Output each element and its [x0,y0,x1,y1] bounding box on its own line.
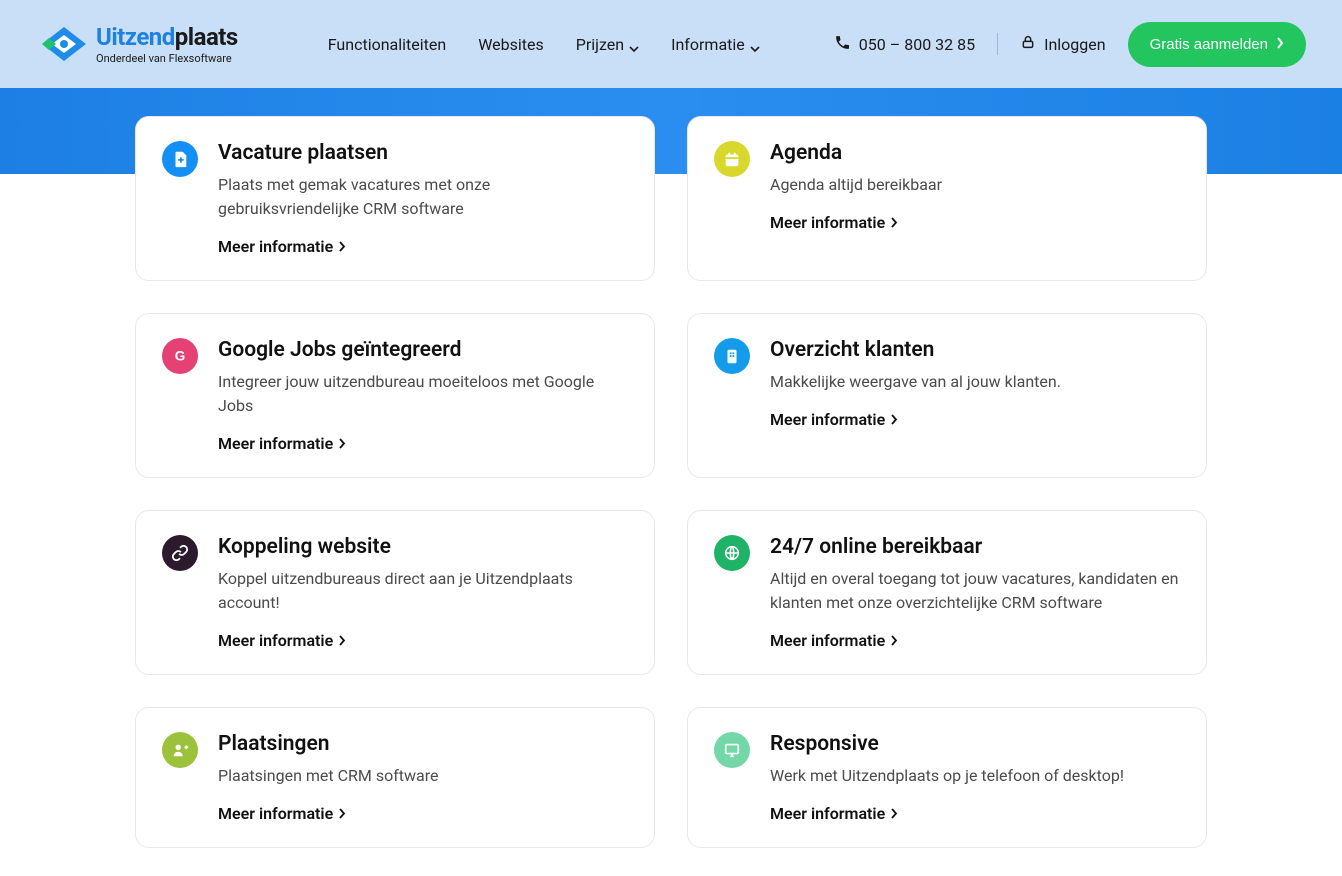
feature-card: Vacature plaatsen Plaats met gemak vacatu… [135,116,655,281]
chevron-right-icon [891,213,898,232]
card-body: Overzicht klanten Makkelijke weergave van… [770,338,1180,453]
monitor-icon [714,732,750,768]
nav-item-label: Websites [478,35,544,54]
more-info-link[interactable]: Meer informatie [770,213,898,232]
more-info-link[interactable]: Meer informatie [218,434,346,453]
brand-word-secondary: plaats [175,23,238,51]
card-description: Plaatsingen met CRM software [218,764,628,788]
more-info-label: Meer informatie [770,631,885,650]
card-title: Vacature plaatsen [218,141,628,165]
card-title: Responsive [770,732,1180,756]
card-title: Google Jobs geïntegreerd [218,338,628,362]
card-description: Koppel uitzendbureaus direct aan je Uitz… [218,567,628,615]
feature-card: Agenda Agenda altijd bereikbaar Meer infor… [687,116,1207,281]
link-icon [162,535,198,571]
card-title: Agenda [770,141,1180,165]
logo-mark-icon [42,27,86,61]
globe-icon [714,535,750,571]
chevron-right-icon [339,804,346,823]
more-info-label: Meer informatie [218,237,333,256]
login-label: Inloggen [1044,35,1106,54]
feature-card: Koppeling website Koppel uitzendbureaus d… [135,510,655,675]
signup-cta-button[interactable]: Gratis aanmelden [1128,22,1306,67]
card-body: Koppeling website Koppel uitzendbureaus d… [218,535,628,650]
feature-card: Responsive Werk met Uitzendplaats op je t… [687,707,1207,848]
calendar-icon [714,141,750,177]
nav-item-label: Informatie [671,35,745,54]
feature-card: Plaatsingen Plaatsingen met CRM software M… [135,707,655,848]
chevron-right-icon [339,631,346,650]
login-link[interactable]: Inloggen [1020,34,1106,54]
brand-subtitle: Onderdeel van Flexsoftware [96,53,238,64]
doc-plus-icon [162,141,198,177]
chevron-right-icon [891,631,898,650]
card-title: Koppeling website [218,535,628,559]
nav-item-functionaliteiten[interactable]: Functionaliteiten [328,35,446,54]
building-icon [714,338,750,374]
more-info-label: Meer informatie [770,213,885,232]
phone-link[interactable]: 050 – 800 32 85 [834,34,975,55]
more-info-link[interactable]: Meer informatie [770,631,898,650]
nav-item-label: Prijzen [576,35,624,54]
card-description: Agenda altijd bereikbaar [770,173,1180,197]
more-info-link[interactable]: Meer informatie [218,631,346,650]
card-body: Agenda Agenda altijd bereikbaar Meer infor… [770,141,1180,256]
card-description: Plaats met gemak vacatures met onze gebr… [218,173,628,221]
card-body: Responsive Werk met Uitzendplaats op je t… [770,732,1180,823]
more-info-link[interactable]: Meer informatie [770,410,898,429]
card-body: Vacature plaatsen Plaats met gemak vacatu… [218,141,628,256]
nav-item-websites[interactable]: Websites [478,35,544,54]
more-info-label: Meer informatie [770,410,885,429]
more-info-label: Meer informatie [218,434,333,453]
chevron-right-icon [339,237,346,256]
more-info-label: Meer informatie [218,631,333,650]
main-nav: Functionaliteiten Websites Prijzen Informat… [328,35,760,54]
card-title: Plaatsingen [218,732,628,756]
phone-icon [834,34,851,55]
card-body: Plaatsingen Plaatsingen met CRM software M… [218,732,628,823]
chevron-down-icon [629,39,639,49]
logo[interactable]: Uitzendplaats Onderdeel van Flexsoftware [42,25,238,64]
more-info-link[interactable]: Meer informatie [770,804,898,823]
chevron-right-icon [891,804,898,823]
card-description: Werk met Uitzendplaats op je telefoon of… [770,764,1180,788]
feature-card: Overzicht klanten Makkelijke weergave van… [687,313,1207,478]
feature-card: 24/7 online bereikbaar Altijd en overal t… [687,510,1207,675]
card-body: 24/7 online bereikbaar Altijd en overal t… [770,535,1180,650]
card-description: Altijd en overal toegang tot jouw vacatu… [770,567,1180,615]
nav-item-informatie[interactable]: Informatie [671,35,760,54]
chevron-right-icon [339,434,346,453]
more-info-link[interactable]: Meer informatie [218,237,346,256]
more-info-label: Meer informatie [770,804,885,823]
nav-item-label: Functionaliteiten [328,35,446,54]
chevron-down-icon [750,39,760,49]
divider [997,33,998,55]
feature-card: Google Jobs geïntegreerd Integreer jouw u… [135,313,655,478]
user-plus-icon [162,732,198,768]
card-title: Overzicht klanten [770,338,1180,362]
card-description: Makkelijke weergave van al jouw klanten. [770,370,1180,394]
card-description: Integreer jouw uitzendbureau moeiteloos … [218,370,628,418]
more-info-label: Meer informatie [218,804,333,823]
chevron-right-icon [1276,36,1284,53]
phone-number: 050 – 800 32 85 [859,35,975,54]
header-actions: 050 – 800 32 85 Inloggen Gratis aanmelde… [834,22,1306,67]
nav-item-prijzen[interactable]: Prijzen [576,35,639,54]
lock-icon [1020,34,1036,54]
chevron-right-icon [891,410,898,429]
card-body: Google Jobs geïntegreerd Integreer jouw u… [218,338,628,453]
card-title: 24/7 online bereikbaar [770,535,1180,559]
more-info-link[interactable]: Meer informatie [218,804,346,823]
signup-cta-label: Gratis aanmelden [1150,36,1268,53]
brand-word-primary: Uitzend [96,23,175,51]
feature-cards-grid: Vacature plaatsen Plaats met gemak vacatu… [135,116,1207,876]
site-header: Uitzendplaats Onderdeel van Flexsoftware… [0,0,1342,88]
google-g-icon [162,338,198,374]
logo-text: Uitzendplaats Onderdeel van Flexsoftware [96,25,238,64]
